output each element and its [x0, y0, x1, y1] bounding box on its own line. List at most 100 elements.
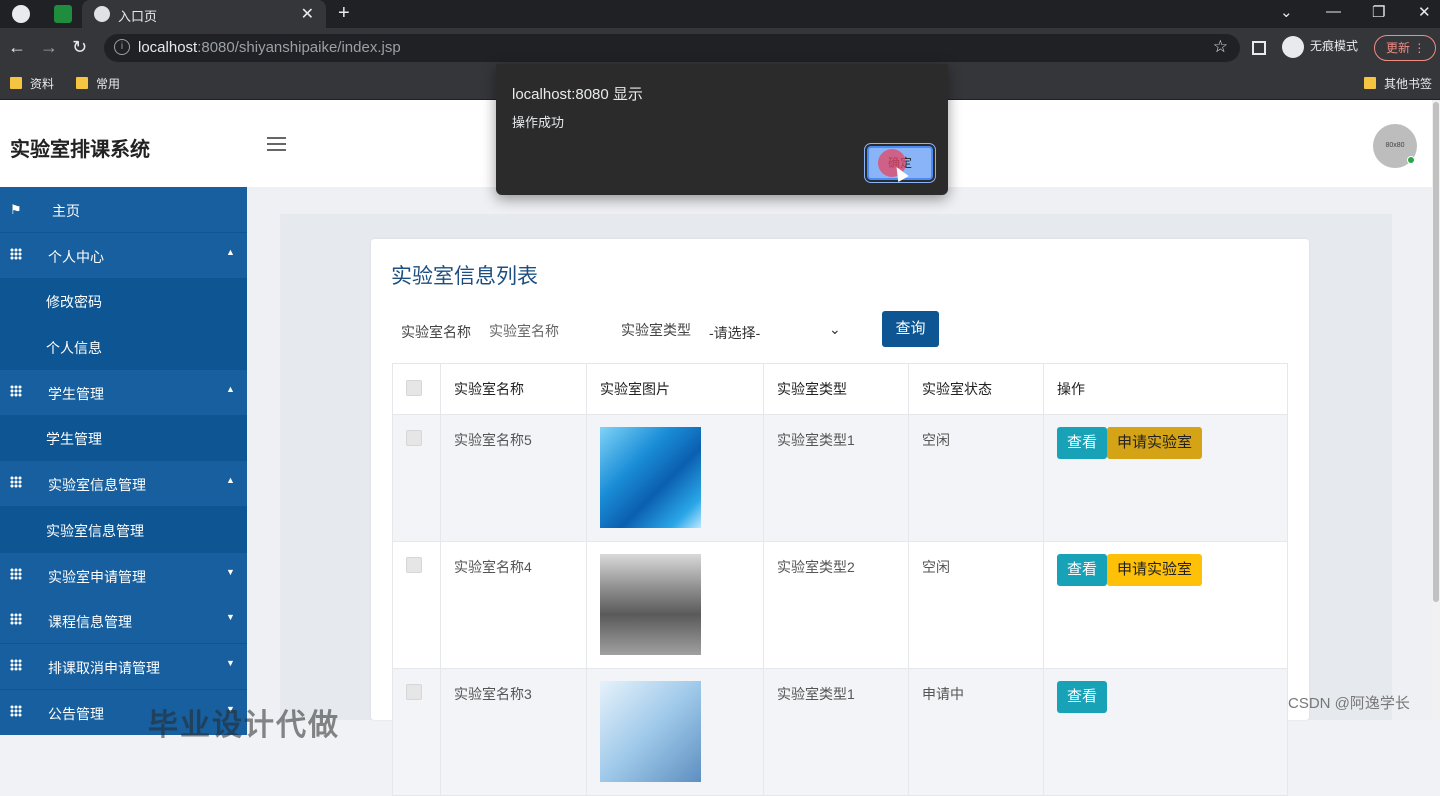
app-brand: 实验室排课系统	[10, 139, 150, 161]
lab-name-label: 实验室名称	[401, 324, 471, 340]
lab-type-select[interactable]: -请选择- ⌄	[701, 316, 851, 348]
url-text: localhost:8080/shiyanshipaike/index.jsp	[138, 39, 401, 56]
sidebar-item-label: 修改密码	[46, 294, 102, 310]
lab-type-label: 实验室类型	[621, 322, 691, 338]
sidebar-item-label: 个人中心	[48, 249, 104, 265]
other-bookmarks[interactable]: 其他书签	[1364, 75, 1432, 92]
forward-icon[interactable]: →	[40, 37, 58, 58]
sidebar-item-student-mgmt[interactable]: 学生管理 ▲	[0, 370, 247, 415]
tab-search-icon[interactable]: ⌄	[1280, 3, 1293, 21]
sidebar-item-lab-apply-mgmt[interactable]: 实验室申请管理 ▼	[0, 553, 247, 598]
sidebar-item-course-mgmt[interactable]: 课程信息管理 ▼	[0, 598, 247, 643]
apply-lab-button[interactable]: 申请实验室	[1107, 427, 1203, 459]
new-tab-icon[interactable]: +	[338, 2, 350, 25]
sidebar-item-home[interactable]: ⚑ 主页	[0, 187, 247, 232]
lab-name-cell: 实验室名称3	[440, 668, 587, 796]
sidebar-item-lab-info-mgmt[interactable]: 实验室信息管理 ▲	[0, 461, 247, 506]
grid-icon	[10, 385, 22, 400]
sidebar-item-student-mgmt-sub[interactable]: 学生管理	[0, 415, 247, 460]
column-header[interactable]: 实验室类型	[763, 363, 909, 415]
tab-title: 入口页	[118, 9, 158, 24]
update-button[interactable]: 更新 ⋮	[1374, 35, 1436, 61]
grid-icon	[10, 613, 22, 628]
sidebar-item-label: 个人信息	[46, 340, 102, 356]
row-checkbox-cell	[392, 541, 441, 669]
minimize-icon[interactable]: —	[1326, 3, 1341, 20]
side-panel-icon[interactable]	[1252, 41, 1266, 55]
row-checkbox[interactable]	[406, 557, 422, 573]
online-status-dot	[1407, 156, 1415, 164]
table-row: 实验室名称4 实验室类型2 空闲 查看 申请实验室	[392, 541, 1288, 669]
lab-name-input[interactable]	[481, 315, 597, 347]
dialog-message: 操作成功	[512, 115, 565, 130]
grid-icon	[10, 476, 22, 491]
view-button[interactable]: 查看	[1057, 427, 1108, 459]
folder-icon	[76, 77, 88, 89]
back-icon[interactable]: ←	[8, 37, 26, 58]
alert-dialog: localhost:8080 显示 操作成功 确定	[496, 64, 948, 195]
caret-up-icon: ▲	[226, 247, 235, 257]
sidebar-item-change-password[interactable]: 修改密码	[0, 278, 247, 323]
browser-tabbar: 入口页 ✕ + ⌄ — ❐ ✕	[0, 0, 1440, 28]
view-button[interactable]: 查看	[1057, 554, 1108, 586]
lab-type-cell: 实验室类型1	[763, 414, 909, 542]
apply-lab-button[interactable]: 申请实验室	[1107, 554, 1203, 586]
grid-icon	[10, 568, 22, 583]
bookmark-star-icon[interactable]: ☆	[1213, 37, 1228, 57]
lab-name-cell: 实验室名称5	[440, 414, 587, 542]
csdn-watermark: CSDN @阿逸学长	[1288, 695, 1410, 712]
page-title: 实验室信息列表	[391, 265, 538, 288]
close-tab-icon[interactable]: ✕	[301, 4, 314, 24]
sidebar-item-label: 学生管理	[46, 431, 102, 447]
globe-icon	[94, 6, 110, 22]
restore-icon[interactable]: ❐	[1372, 3, 1385, 21]
lab-image-cell	[586, 414, 764, 542]
tab-entry[interactable]: 入口页 ✕	[82, 0, 326, 28]
sidebar-item-label: 学生管理	[48, 386, 104, 402]
reload-icon[interactable]: ↻	[72, 37, 87, 58]
lab-image	[600, 427, 701, 528]
caret-down-icon: ▼	[226, 612, 235, 622]
table-header-row: 实验室名称 实验室图片 实验室类型 实验室状态 操作	[392, 363, 1288, 415]
browser-icon[interactable]	[12, 5, 30, 23]
hamburger-menu-icon[interactable]	[267, 137, 286, 155]
info-icon[interactable]: i	[114, 39, 130, 55]
bookmark-folder[interactable]: 资料	[10, 75, 54, 92]
table-row: 实验室名称3 实验室类型1 申请中 查看	[392, 668, 1288, 796]
grid-icon	[10, 659, 22, 674]
close-window-icon[interactable]: ✕	[1418, 3, 1431, 21]
lab-name-cell: 实验室名称4	[440, 541, 587, 669]
chevron-down-icon: ⌄	[829, 321, 841, 337]
actions-cell: 查看 申请实验室	[1043, 541, 1288, 669]
sidebar-item-label: 实验室申请管理	[48, 569, 146, 585]
sidebar-item-personal-info[interactable]: 个人信息	[0, 324, 247, 369]
lab-status-cell: 空闲	[908, 541, 1044, 669]
url-field[interactable]: i localhost:8080/shiyanshipaike/index.js…	[104, 34, 1240, 62]
caret-up-icon: ▲	[226, 475, 235, 485]
select-all-checkbox[interactable]	[406, 379, 422, 396]
folder-icon	[10, 77, 22, 89]
actions-cell: 查看 申请实验室	[1043, 414, 1288, 542]
view-button[interactable]: 查看	[1057, 681, 1108, 713]
sidebar-item-lab-info-mgmt-sub[interactable]: 实验室信息管理	[0, 507, 247, 552]
lab-list-card: 实验室信息列表 实验室名称 实验室类型 -请选择- ⌄ 查询 实验室名称 实验室…	[371, 239, 1309, 796]
sidebar-item-cancel-apply-mgmt[interactable]: 排课取消申请管理 ▼	[0, 644, 247, 689]
incognito-indicator[interactable]: 无痕模式	[1282, 36, 1358, 58]
page-scrollbar[interactable]	[1432, 100, 1440, 720]
query-button[interactable]: 查询	[882, 311, 939, 347]
sidebar-item-label: 主页	[52, 203, 80, 219]
sheets-tab-icon[interactable]	[54, 5, 72, 23]
sidebar-item-label: 公告管理	[48, 706, 104, 722]
caret-up-icon: ▲	[226, 384, 235, 394]
scrollbar-thumb[interactable]	[1433, 102, 1439, 602]
row-checkbox[interactable]	[406, 684, 422, 700]
sidebar-item-personal-center[interactable]: 个人中心 ▲	[0, 233, 247, 278]
row-checkbox[interactable]	[406, 430, 422, 446]
column-header[interactable]: 实验室名称	[440, 363, 587, 415]
column-header[interactable]: 实验室状态	[908, 363, 1044, 415]
actions-cell: 查看	[1043, 668, 1288, 796]
lab-image-cell	[586, 541, 764, 669]
table-row: 实验室名称5 实验室类型1 空闲 查看 申请实验室	[392, 414, 1288, 542]
bookmark-folder[interactable]: 常用	[76, 75, 120, 92]
grid-icon	[10, 705, 22, 720]
